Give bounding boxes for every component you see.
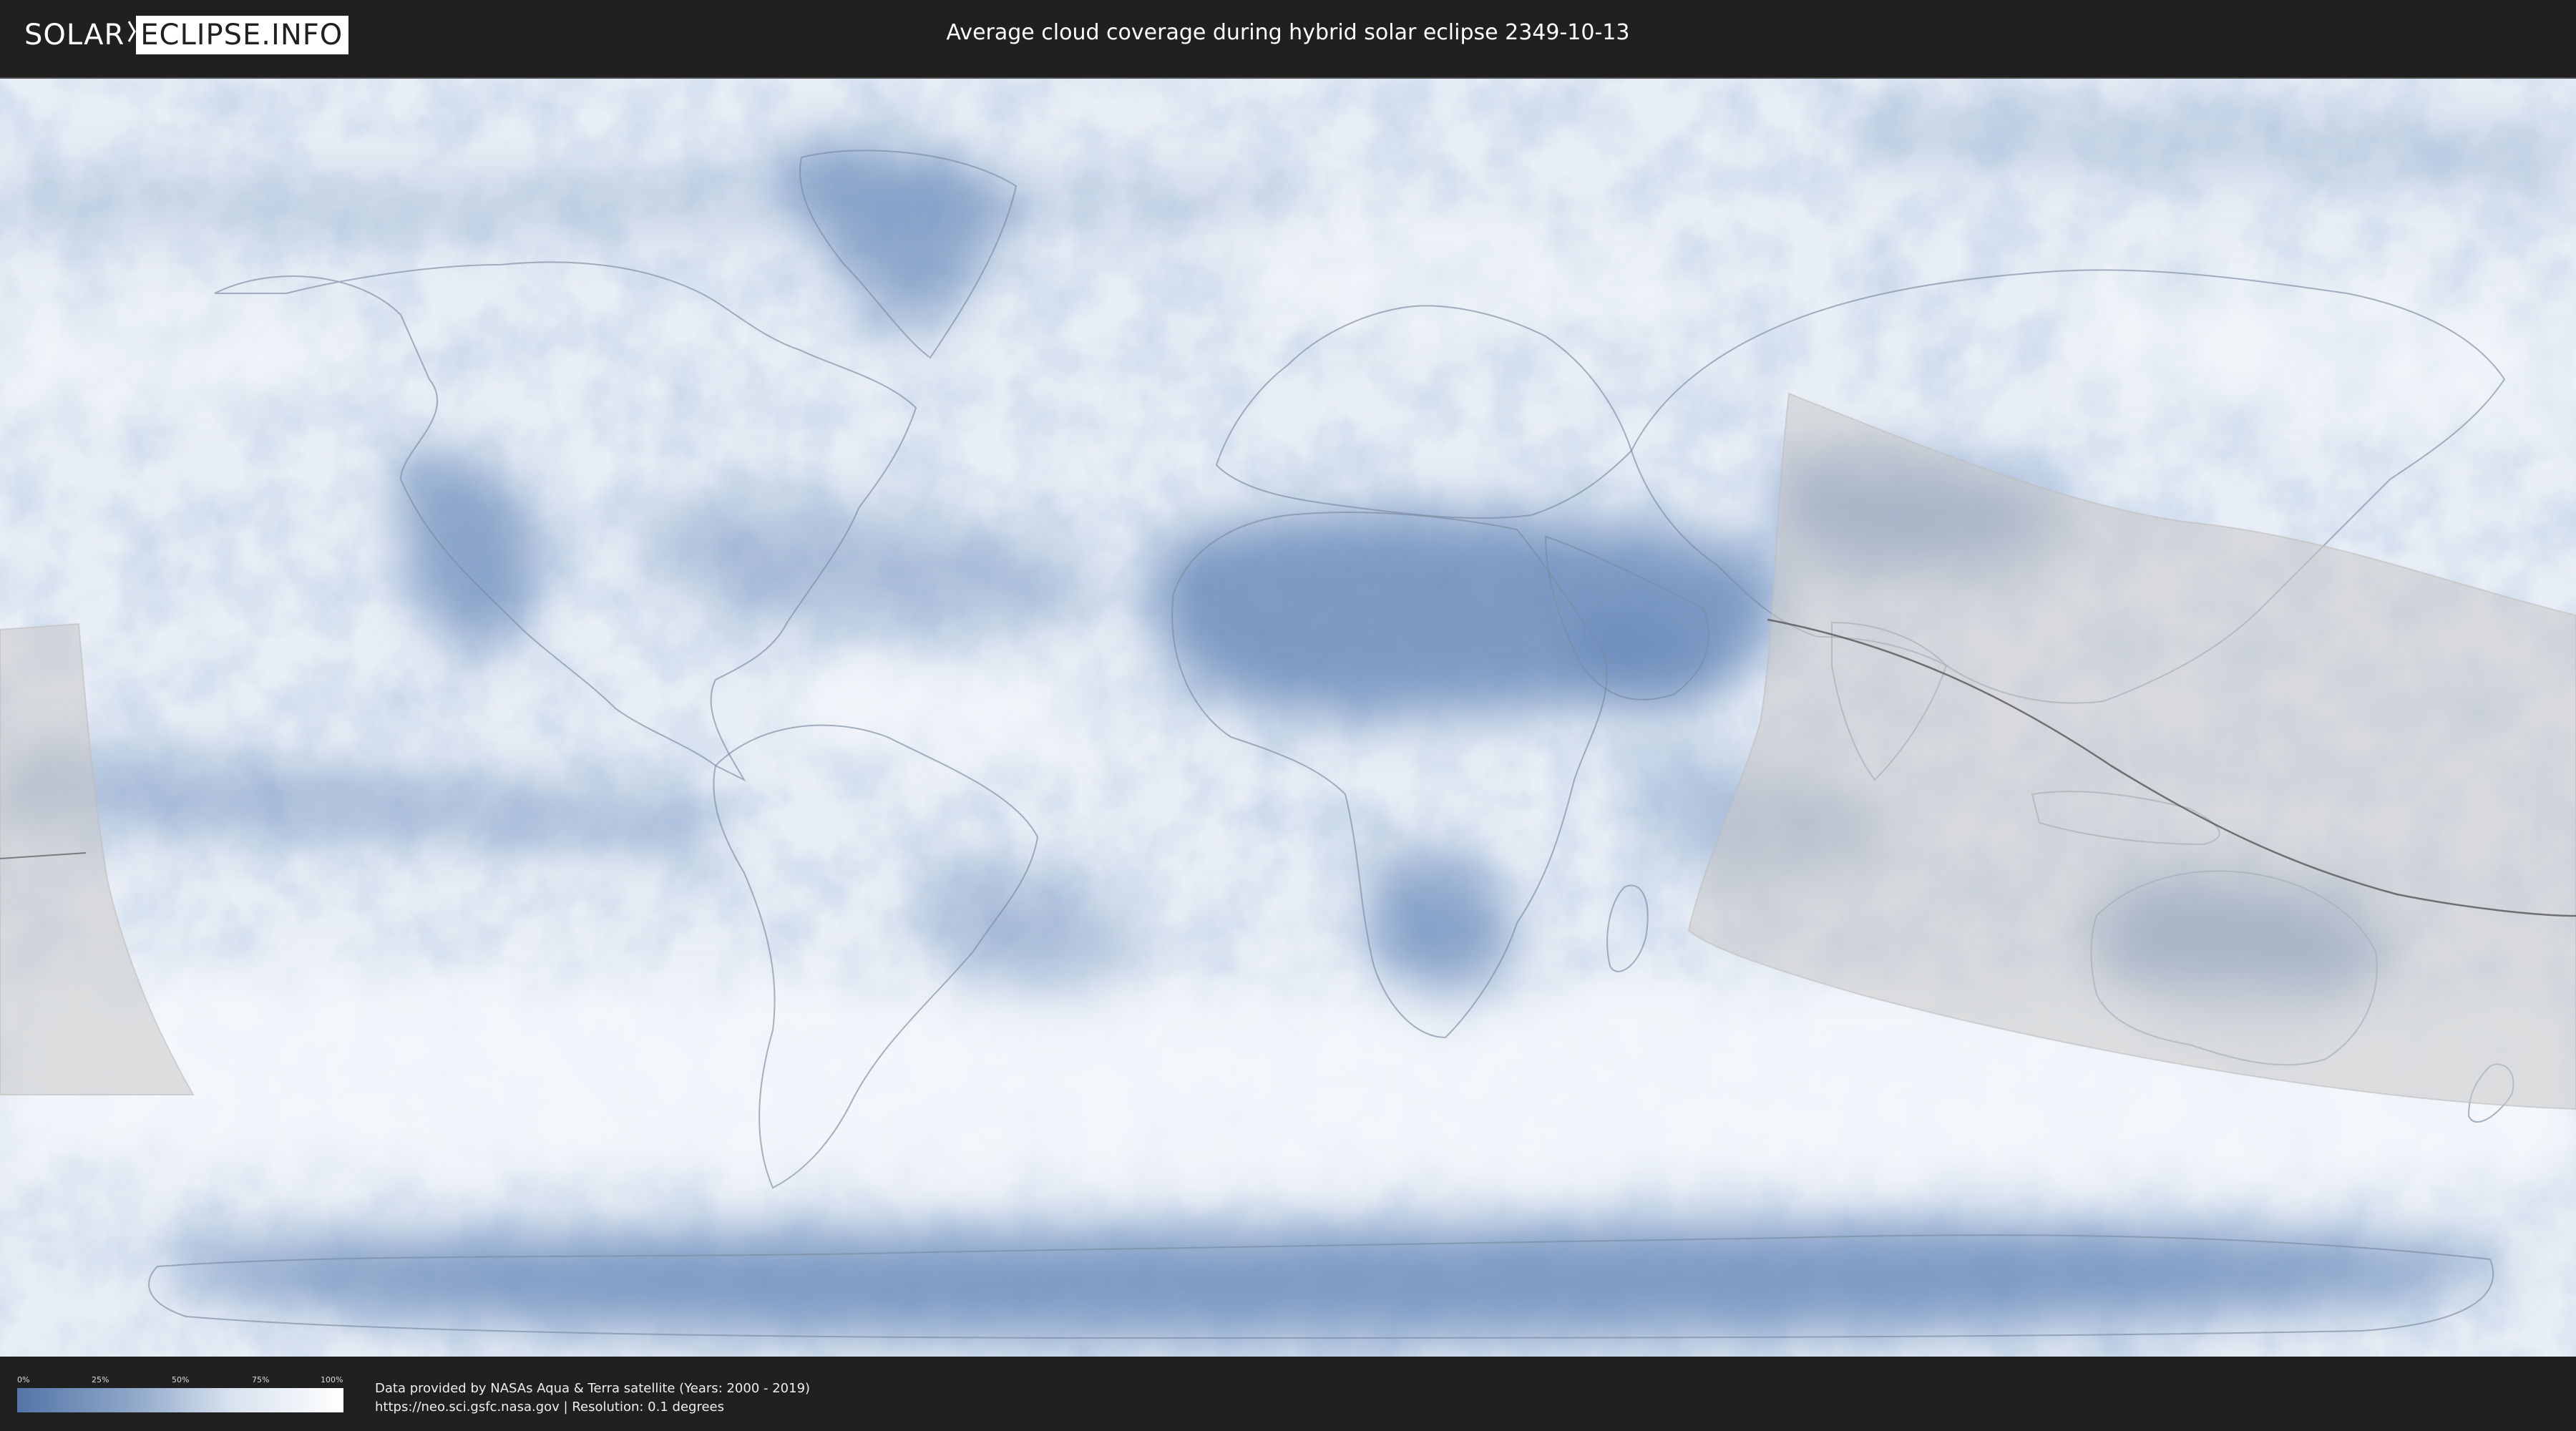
legend-tick-100: 100% — [321, 1375, 343, 1384]
credit-line-source: Data provided by NASAs Aqua & Terra sate… — [375, 1381, 811, 1396]
legend-tick-50: 50% — [172, 1375, 190, 1384]
legend-tick-75: 75% — [252, 1375, 270, 1384]
page: SOLAR ECLIPSE.INFO Average cloud coverag… — [0, 0, 2576, 1431]
footer-bar: 0% 25% 50% 75% 100% Data provided by NAS… — [0, 1359, 2576, 1431]
world-map-svg — [0, 79, 2576, 1357]
legend-color-scale — [17, 1388, 343, 1412]
header-bar: SOLAR ECLIPSE.INFO Average cloud coverag… — [0, 0, 2576, 72]
cloud-coverage-map[interactable] — [0, 77, 2576, 1357]
data-credits: Data provided by NASAs Aqua & Terra sate… — [375, 1379, 810, 1417]
legend-ticks: 0% 25% 50% 75% 100% — [17, 1375, 343, 1388]
legend-tick-25: 25% — [92, 1375, 109, 1384]
credit-line-url[interactable]: https://neo.sci.gsfc.nasa.gov | Resoluti… — [375, 1398, 810, 1417]
page-title: Average cloud coverage during hybrid sol… — [946, 20, 1630, 45]
legend-tick-0: 0% — [17, 1375, 30, 1384]
cloud-coverage-legend: 0% 25% 50% 75% 100% — [17, 1375, 343, 1412]
